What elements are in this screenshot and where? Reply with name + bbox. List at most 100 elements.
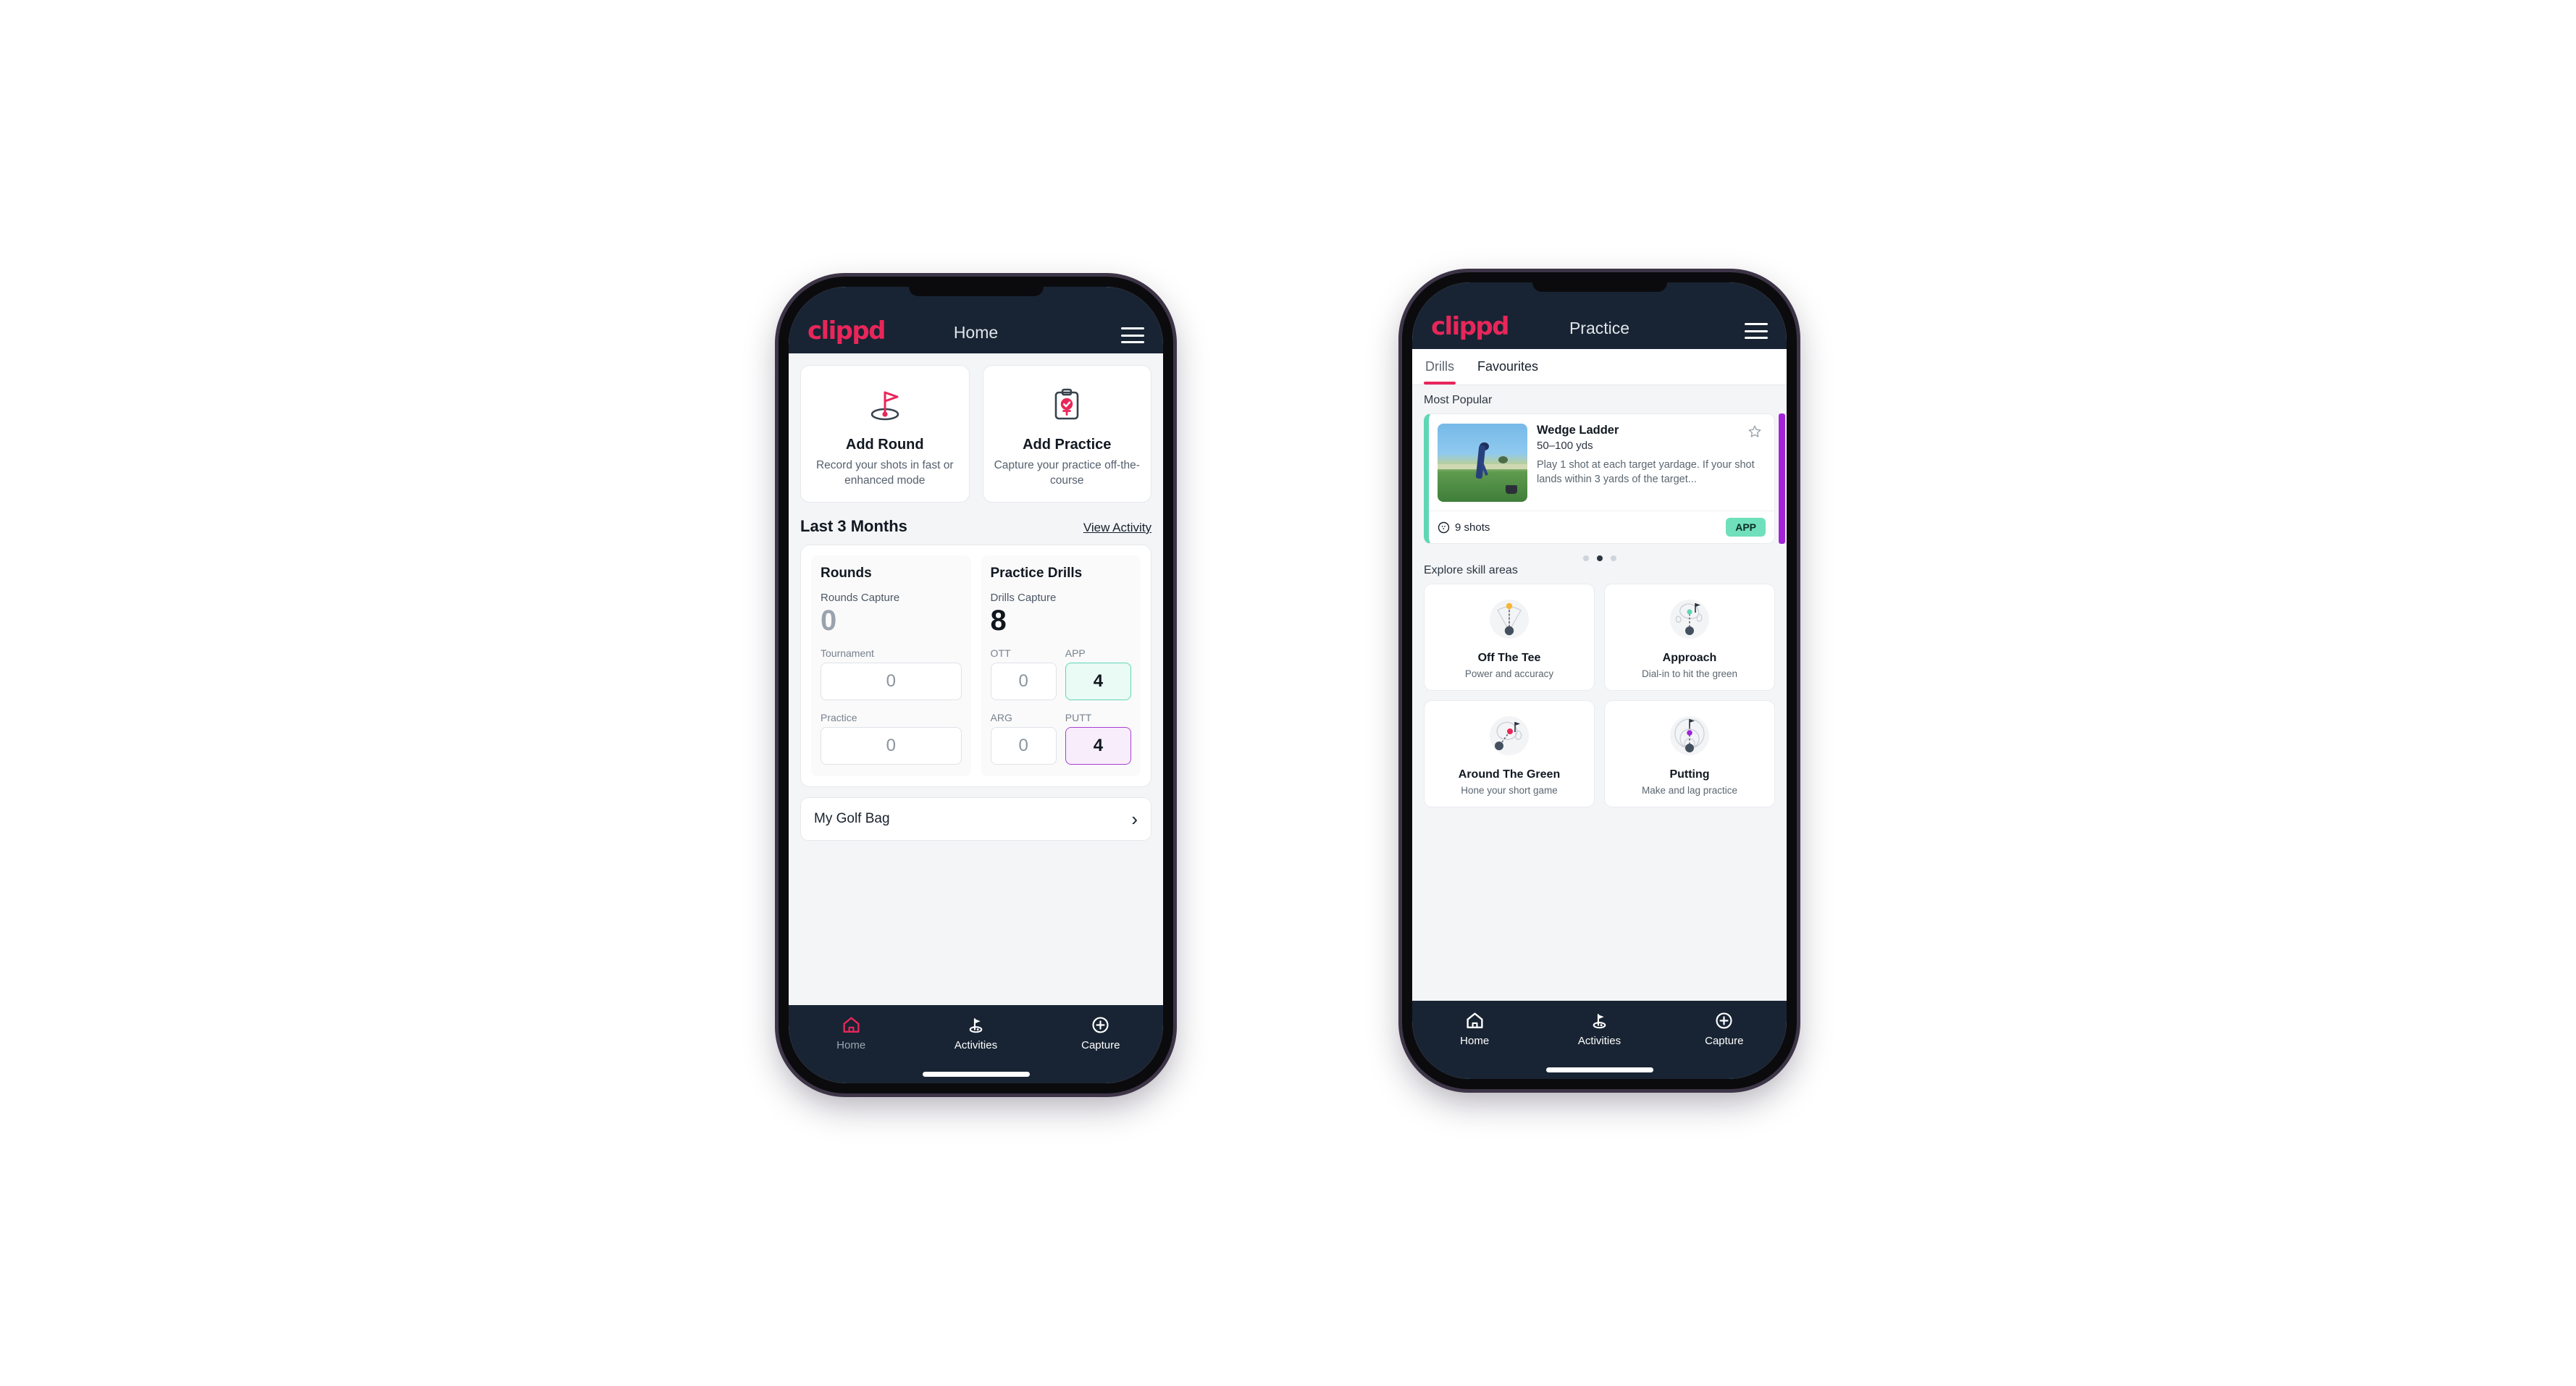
skill-desc: Hone your short game xyxy=(1461,785,1558,796)
drill-shots-label: 9 shots xyxy=(1455,521,1490,534)
add-practice-card[interactable]: Add Practice Capture your practice off-t… xyxy=(982,365,1151,503)
tab-drills[interactable]: Drills xyxy=(1424,349,1466,385)
drill-card-wedge-ladder[interactable]: Wedge Ladder 50–100 yds Play 1 shot at e… xyxy=(1424,413,1775,544)
ott-app-values: 0 4 xyxy=(990,663,1131,700)
most-popular-label: Most Popular xyxy=(1424,394,1493,406)
clippd-logo[interactable]: clippd xyxy=(1431,314,1509,339)
practice-label: Practice xyxy=(821,712,857,723)
add-round-title: Add Round xyxy=(845,437,924,453)
ott-value[interactable]: 0 xyxy=(990,663,1057,700)
explore-skill-areas-label: Explore skill areas xyxy=(1424,564,1518,576)
add-round-subtitle: Record your shots in fast or enhanced mo… xyxy=(815,459,954,487)
nav-label-activities: Activities xyxy=(954,1039,998,1051)
practice-drills-stat-column: Practice Drills Drills Capture 8 OTT APP… xyxy=(981,555,1141,776)
phone-mockup-home: clippd Home Add Round Record your shots … xyxy=(779,277,1173,1093)
phone-mockup-practice: clippd Practice Drills Favourites Most P… xyxy=(1402,272,1797,1089)
golf-flag-hole-icon xyxy=(865,382,905,427)
drill-skill-badge: APP xyxy=(1726,518,1766,537)
putt-label: PUTT xyxy=(1065,712,1092,723)
rounds-capture-value: 0 xyxy=(821,605,837,637)
home-screen: clippd Home Add Round Record your shots … xyxy=(789,287,1163,1083)
drills-capture-label: Drills Capture xyxy=(990,592,1057,604)
drill-shots: 9 shots xyxy=(1438,521,1490,534)
approach-icon xyxy=(1658,594,1721,647)
device-notch xyxy=(1532,282,1667,292)
around-the-green-icon xyxy=(1478,710,1540,764)
golf-ball-icon xyxy=(1438,521,1450,533)
home-content: Add Round Record your shots in fast or e… xyxy=(789,353,1163,1005)
app-value[interactable]: 4 xyxy=(1065,663,1131,700)
clippd-logo[interactable]: clippd xyxy=(807,319,886,343)
drill-yardage: 50–100 yds xyxy=(1537,440,1593,452)
skill-name: Approach xyxy=(1662,652,1717,664)
skill-areas-grid: Off The Tee Power and accuracy Approach … xyxy=(1412,584,1787,807)
nav-label-activities: Activities xyxy=(1577,1035,1621,1047)
clipboard-check-icon xyxy=(1047,382,1086,427)
practice-content: Most Popular Wedge Ladder 50–100 yds Pla… xyxy=(1412,385,1787,1001)
nav-label-home: Home xyxy=(836,1039,866,1051)
skill-card-around-the-green[interactable]: Around The Green Hone your short game xyxy=(1424,700,1595,807)
nav-item-activities[interactable]: Activities xyxy=(913,1015,1038,1051)
device-notch xyxy=(908,287,1044,296)
practice-value[interactable]: 0 xyxy=(821,727,962,765)
home-bottom-nav: Home Activities Capture xyxy=(789,1005,1163,1083)
skill-desc: Dial-in to hit the green xyxy=(1641,668,1738,679)
putting-icon xyxy=(1658,710,1721,764)
practice-tabs: Drills Favourites xyxy=(1412,349,1787,385)
home-icon xyxy=(1467,1012,1483,1029)
skill-card-approach[interactable]: Approach Dial-in to hit the green xyxy=(1604,584,1775,691)
add-round-card[interactable]: Add Round Record your shots in fast or e… xyxy=(800,365,970,503)
hamburger-menu-icon[interactable] xyxy=(1121,327,1144,343)
carousel-dot-active[interactable] xyxy=(1596,555,1603,561)
add-practice-title: Add Practice xyxy=(1023,437,1112,453)
home-indicator xyxy=(1545,1067,1653,1072)
carousel-dots xyxy=(1412,544,1787,564)
add-practice-subtitle: Capture your practice off-the-course xyxy=(994,459,1140,487)
home-icon xyxy=(843,1017,860,1033)
section-title: Last 3 Months xyxy=(800,517,907,535)
arg-putt-values: 0 4 xyxy=(990,727,1131,765)
chevron-right-icon: › xyxy=(1131,808,1138,830)
off-the-tee-icon xyxy=(1478,594,1540,647)
stats-panel: Rounds Rounds Capture 0 Tournament 0 Pra… xyxy=(800,545,1151,787)
rounds-title: Rounds xyxy=(821,566,872,581)
skill-name: Around The Green xyxy=(1458,768,1561,781)
skill-card-putting[interactable]: Putting Make and lag practice xyxy=(1604,700,1775,807)
tab-favourites[interactable]: Favourites xyxy=(1477,349,1550,385)
nav-item-activities[interactable]: Activities xyxy=(1537,1011,1661,1047)
plus-circle-icon xyxy=(1092,1017,1109,1033)
skill-card-off-the-tee[interactable]: Off The Tee Power and accuracy xyxy=(1424,584,1595,691)
carousel-dot[interactable] xyxy=(1610,555,1616,561)
carousel-dot[interactable] xyxy=(1582,555,1589,561)
view-activity-link[interactable]: View Activity xyxy=(1083,521,1151,535)
plus-circle-icon xyxy=(1716,1012,1732,1029)
nav-item-capture[interactable]: Capture xyxy=(1662,1011,1787,1047)
nav-item-home[interactable]: Home xyxy=(1412,1011,1537,1047)
golf-flag-icon xyxy=(969,1018,983,1033)
practice-screen: clippd Practice Drills Favourites Most P… xyxy=(1412,282,1787,1079)
practice-app-bar: clippd Practice xyxy=(1412,282,1787,349)
arg-value[interactable]: 0 xyxy=(990,727,1057,765)
star-outline-icon[interactable] xyxy=(1747,424,1763,440)
skill-desc: Make and lag practice xyxy=(1641,785,1738,796)
drill-carousel: Wedge Ladder 50–100 yds Play 1 shot at e… xyxy=(1412,413,1787,544)
skill-name: Off The Tee xyxy=(1477,652,1541,664)
drill-title: Wedge Ladder xyxy=(1537,424,1619,437)
my-golf-bag-row[interactable]: My Golf Bag › xyxy=(800,797,1151,841)
rounds-stat-column: Rounds Rounds Capture 0 Tournament 0 Pra… xyxy=(811,555,971,776)
my-golf-bag-label: My Golf Bag xyxy=(814,811,890,826)
ott-label: OTT xyxy=(990,647,1011,659)
nav-item-home[interactable]: Home xyxy=(789,1015,913,1051)
arg-label: ARG xyxy=(990,712,1012,723)
nav-label-capture: Capture xyxy=(1081,1039,1120,1051)
drills-capture-value: 8 xyxy=(990,605,1007,637)
home-indicator xyxy=(922,1072,1030,1077)
next-drill-card-peek[interactable] xyxy=(1778,413,1785,544)
hamburger-menu-icon[interactable] xyxy=(1745,323,1768,339)
practice-bottom-nav: Home Activities Capture xyxy=(1412,1001,1787,1079)
putt-value[interactable]: 4 xyxy=(1065,727,1131,765)
tournament-value[interactable]: 0 xyxy=(821,663,962,700)
nav-item-capture[interactable]: Capture xyxy=(1039,1015,1163,1051)
home-app-bar: clippd Home xyxy=(789,287,1163,353)
app-label: APP xyxy=(1065,647,1086,659)
